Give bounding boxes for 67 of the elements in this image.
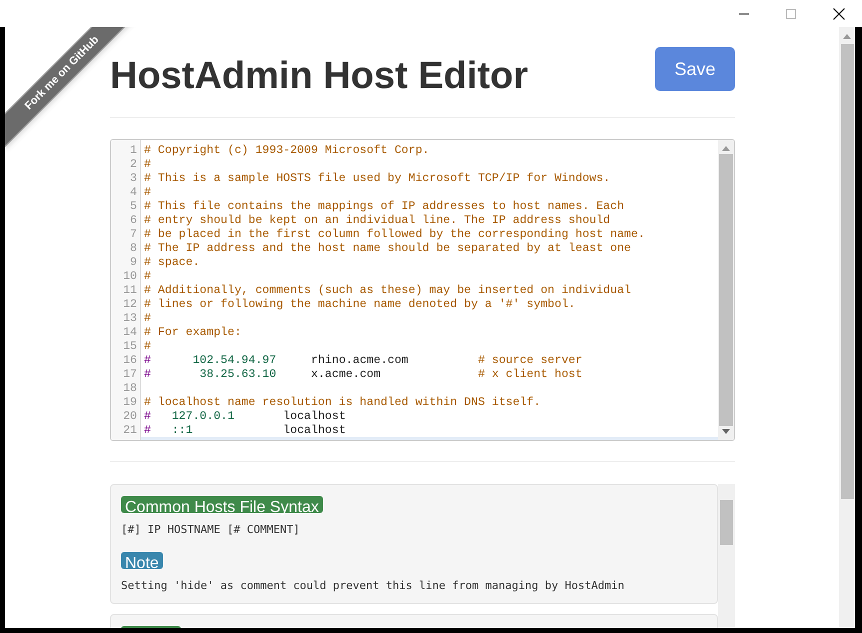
comment-mark: # — [144, 424, 151, 438]
line-number: 1 — [129, 144, 138, 158]
code-comment: # This is a sample HOSTS file used by Microsoft TCP/IP for Windows. — [144, 172, 610, 186]
code-editor[interactable] — [110, 139, 735, 441]
code-comment: # For example: — [144, 326, 242, 340]
host-name: x.acme.com — [310, 368, 381, 382]
label-badge: Common Hosts File Syntax — [121, 496, 323, 513]
ip-address: 102.54.94.97 — [192, 354, 276, 368]
scroll-up-icon[interactable] — [722, 146, 730, 151]
line-number: 8 — [129, 242, 138, 256]
ip-address: ::1 — [170, 424, 193, 438]
host-name: localhost — [282, 424, 346, 438]
code-comment: # — [144, 186, 151, 200]
ip-address: 127.0.0.1 — [170, 410, 234, 424]
line-number: 11 — [122, 284, 138, 298]
line-number: 19 — [122, 396, 138, 410]
code-comment: # The IP address and the host name should be separated by at least one — [144, 242, 632, 256]
host-name: rhino.acme.com — [310, 354, 408, 368]
panel-text: [#] IP HOSTNAME [# COMMENT] — [121, 523, 301, 537]
ip-address: 38.25.63.10 — [198, 368, 276, 382]
line-number: 9 — [129, 256, 138, 270]
line-number: 4 — [129, 186, 138, 200]
line-number: 13 — [122, 312, 138, 326]
panel-scrollbar[interactable] — [718, 484, 735, 628]
line-number: 18 — [122, 382, 138, 396]
code-comment: # — [144, 340, 151, 354]
save-button[interactable]: Save — [655, 47, 735, 91]
code-comment: # — [144, 158, 151, 172]
code-comment: # Copyright (c) 1993-2009 Microsoft Corp. — [144, 144, 430, 158]
line-number: 10 — [122, 270, 138, 284]
line-number: 15 — [122, 340, 138, 354]
panel-text: Setting 'hide' as comment could prevent this line from managing by HostAdmin — [121, 579, 626, 593]
line-number: 20 — [122, 410, 138, 424]
line-number: 12 — [122, 298, 138, 312]
comment-mark: # — [144, 354, 151, 368]
host-name: localhost — [282, 410, 346, 424]
code-comment: # — [144, 312, 151, 326]
scroll-up-icon[interactable] — [843, 34, 851, 39]
line-number: 2 — [129, 158, 138, 172]
code-comment: # localhost name resolution is handled within DNS itself. — [144, 396, 541, 410]
scroll-down-icon[interactable] — [722, 429, 730, 434]
comment-mark: # — [144, 410, 151, 424]
line-number: 21 — [122, 424, 138, 438]
line-number: 6 — [129, 214, 138, 228]
editor-scrollbar[interactable] — [718, 140, 734, 440]
line-number: 3 — [129, 172, 138, 186]
page-title: HostAdmin Host Editor — [110, 57, 528, 95]
close-icon[interactable] — [833, 8, 845, 20]
code-comment: # x client host — [476, 368, 582, 382]
code-comment: # lines or following the machine name denoted by a '#' symbol. — [144, 298, 576, 312]
maximize-icon[interactable] — [786, 8, 796, 18]
code-comment: # be placed in the first column followed by the corresponding host name. — [144, 228, 645, 242]
line-number: 16 — [122, 354, 138, 368]
label-badge: Note — [121, 552, 163, 569]
page-scrollbar[interactable] — [839, 27, 855, 628]
code-comment: # source server — [476, 354, 582, 368]
code-comment: # Additionally, comments (such as these) may be inserted on individual — [144, 284, 632, 298]
line-number: 7 — [129, 228, 138, 242]
code-comment: # space. — [144, 256, 200, 270]
line-number: 17 — [122, 368, 138, 382]
line-number: 5 — [129, 200, 138, 214]
line-number: 14 — [122, 326, 138, 340]
code-comment: # entry should be kept on an individual line. The IP address should — [144, 214, 610, 228]
comment-mark: # — [144, 368, 151, 382]
code-comment: # This file contains the mappings of IP addresses to host names. Each — [144, 200, 624, 214]
minimize-icon[interactable] — [739, 12, 749, 14]
code-comment: # — [144, 270, 151, 284]
